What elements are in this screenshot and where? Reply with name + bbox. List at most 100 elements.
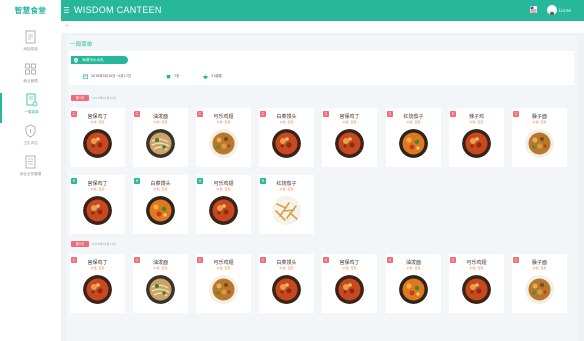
dish-price: 价格: 荤菜: [153, 120, 168, 124]
dish-photo: [209, 275, 238, 304]
day-badge: 第1天: [71, 95, 89, 101]
dish-price: 价格: 荤菜: [90, 266, 105, 270]
dish-name: 宫保鸡丁: [87, 181, 108, 187]
dish-price: 价格: 荤菜: [406, 266, 421, 270]
dish-card[interactable]: 早宫保鸡丁 价格: 荤菜: [70, 175, 125, 234]
hamburger-icon[interactable]: [64, 7, 69, 13]
dish-name: 可乐鸡翅: [213, 114, 234, 120]
dish-card[interactable]: 午白菜馒头 价格: 荤菜: [259, 108, 314, 167]
dish-photo: [335, 275, 364, 304]
sidebar-item-weekly-menu[interactable]: 一周菜单: [0, 93, 61, 123]
date-range-info: 2018年9月10日~9月17日: [83, 73, 131, 79]
dish-name: 宫保鸡丁: [87, 260, 108, 266]
dish-card[interactable]: 午臊子面 价格: 荤菜: [512, 254, 567, 313]
day-badge: 第2天: [71, 241, 89, 247]
dish-card[interactable]: 午油泼面 价格: 荤菜: [386, 254, 441, 313]
menu-doc-icon: [26, 93, 38, 107]
dish-card[interactable]: 午可乐鸡翅 价格: 荤菜: [196, 254, 251, 313]
dish-card[interactable]: 午油泼面 价格: 荤菜: [133, 254, 188, 313]
dish-name: 臊子面: [531, 260, 547, 266]
shield-icon: [25, 124, 36, 138]
dish-name: 红烧茄子: [403, 114, 424, 120]
dish-count-info: 31道菜: [203, 73, 222, 79]
sidebar-item-label: 综合业务管理: [19, 172, 42, 176]
location-pin-icon: [74, 57, 78, 63]
dish-price: 价格: 荤菜: [216, 187, 231, 191]
dish-photo: [525, 275, 554, 304]
unit-tag: 海滨市水水队: [71, 56, 128, 64]
dish-card[interactable]: 早可乐鸡翅 价格: 荤菜: [196, 175, 251, 234]
menu-info-card: 海滨市水水队 2018年9月10日~9月17日 7天 31道菜: [69, 51, 574, 85]
dish-name: 白菜馒头: [276, 114, 297, 120]
sidebar: 智慧食堂 添加菜谱 就业管理 一周菜单 卫生评估 综合业务管理: [0, 0, 61, 341]
calendar-icon: [83, 74, 88, 79]
dish-name: 可乐鸡翅: [213, 260, 234, 266]
dish-photo: [146, 275, 175, 304]
breadcrumb: Hi: [61, 21, 584, 33]
dish-name: 宫保鸡丁: [87, 114, 108, 120]
dish-photo: [525, 129, 554, 158]
sidebar-item-label: 就业管理: [23, 79, 38, 83]
app-title: WISDOM CANTEEN: [74, 5, 162, 15]
dish-name: 白菜馒头: [276, 260, 297, 266]
dish-price: 价格: 荤菜: [279, 120, 294, 124]
dish-photo: [146, 129, 175, 158]
dish-card[interactable]: 早白菜馒头 价格: 荤菜: [133, 175, 188, 234]
dish-price: 价格: 荤菜: [469, 120, 484, 124]
dish-photo: [146, 196, 175, 225]
dish-count: 31道菜: [211, 74, 222, 78]
day-date: 2018年09月10日: [92, 96, 117, 100]
dish-price: 价格: 荤菜: [90, 120, 105, 124]
sidebar-item-business[interactable]: 综合业务管理: [0, 155, 61, 185]
dish-card[interactable]: 午红烧茄子 价格: 荤菜: [386, 108, 441, 167]
dish-card[interactable]: 午可乐鸡翅 价格: 荤菜: [196, 108, 251, 167]
day-date: 2018年09月11日: [92, 242, 117, 246]
dish-name: 可乐鸡翅: [213, 181, 234, 187]
top-header: WISDOM CANTEEN Lisrae: [61, 0, 584, 21]
dish-card[interactable]: 午可乐鸡翅 价格: 荤菜: [449, 254, 504, 313]
dish-photo: [399, 129, 428, 158]
dish-card[interactable]: 午白菜馒头 价格: 荤菜: [259, 254, 314, 313]
dish-price: 价格: 荤菜: [532, 266, 547, 270]
dish-card[interactable]: 午宫保鸡丁 价格: 荤菜: [70, 108, 125, 167]
dish-photo: [83, 196, 112, 225]
dish-price: 价格: 荤菜: [153, 266, 168, 270]
sidebar-item-label: 添加菜谱: [23, 47, 38, 51]
sidebar-item-hygiene[interactable]: 卫生评估: [0, 124, 61, 154]
grid-icon: [25, 63, 36, 75]
dish-name: 白菜馒头: [150, 181, 171, 187]
dish-price: 价格: 荤菜: [342, 120, 357, 124]
dish-card[interactable]: 早红烧茄子 价格: 荤菜: [259, 175, 314, 234]
dish-price: 价格: 荤菜: [90, 187, 105, 191]
sidebar-item-employment[interactable]: 就业管理: [0, 62, 61, 92]
sidebar-item-label: 一周菜单: [24, 110, 39, 114]
days-count: 7天: [174, 74, 180, 78]
dish-photo: [209, 196, 238, 225]
dish-name: 宫保鸡丁: [339, 114, 360, 120]
dish-price: 价格: 荤菜: [279, 187, 294, 191]
sidebar-item-add-recipe[interactable]: 添加菜谱: [0, 30, 61, 60]
dish-name: 可乐鸡翅: [466, 260, 487, 266]
unit-name: 海滨市水水队: [82, 58, 105, 62]
flag-icon[interactable]: [530, 6, 539, 13]
dish-card[interactable]: 午宫保鸡丁 价格: 荤菜: [322, 108, 377, 167]
dish-name: 宫保鸡丁: [339, 260, 360, 266]
dish-photo: [209, 129, 238, 158]
avatar[interactable]: [547, 5, 557, 15]
username[interactable]: Lisrae: [559, 0, 571, 21]
dish-card[interactable]: 午宫保鸡丁 价格: 荤菜: [70, 254, 125, 313]
cup-icon: [166, 74, 171, 78]
dish-photo: [335, 129, 364, 158]
app-logo: 智慧食堂: [14, 6, 47, 15]
dish-card[interactable]: 午辣子鸡 价格: 荤菜: [449, 108, 504, 167]
dish-price: 价格: 荤菜: [216, 266, 231, 270]
dish-photo: [83, 129, 112, 158]
days-info: 7天: [166, 73, 179, 79]
dish-name: 辣子鸡: [468, 114, 484, 120]
dish-card[interactable]: 午臊子面 价格: 荤菜: [512, 108, 567, 167]
dish-photo: [272, 275, 301, 304]
dish-photo: [399, 275, 428, 304]
home-icon[interactable]: Hi: [65, 24, 70, 29]
dish-card[interactable]: 午宫保鸡丁 价格: 荤菜: [322, 254, 377, 313]
dish-card[interactable]: 午油泼面 价格: 荤菜: [133, 108, 188, 167]
